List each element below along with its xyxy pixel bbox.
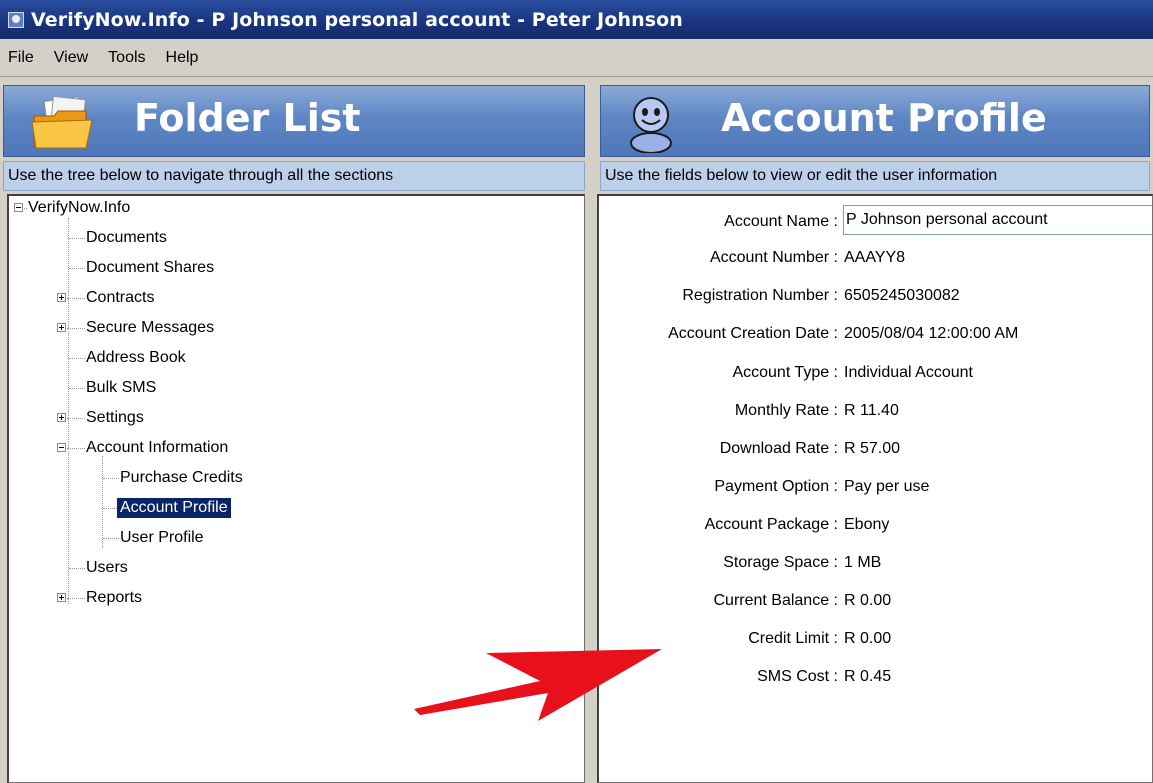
field-account-number: Account Number : AAAYY8 bbox=[599, 244, 1152, 274]
tree-item-account-information[interactable]: Account Information bbox=[86, 438, 228, 458]
red-arrow-icon bbox=[414, 649, 662, 721]
tree-item-verifynow[interactable]: VerifyNow.Info bbox=[28, 198, 130, 218]
field-value: R 57.00 bbox=[844, 440, 901, 457]
tree-item-account-profile[interactable]: Account Profile bbox=[117, 498, 231, 518]
collapse-icon[interactable] bbox=[14, 203, 23, 212]
field-label: Download Rate : bbox=[719, 440, 838, 457]
menu-view[interactable]: View bbox=[44, 39, 98, 76]
field-storage-space: Storage Space : 1 MB bbox=[599, 549, 1152, 579]
field-label: Storage Space : bbox=[723, 554, 838, 571]
field-payment-option: Payment Option : Pay per use bbox=[599, 473, 1152, 503]
menu-help[interactable]: Help bbox=[156, 39, 209, 76]
user-icon bbox=[630, 97, 672, 153]
account-name-input[interactable] bbox=[843, 205, 1152, 235]
field-current-balance: Current Balance : R 0.00 bbox=[599, 587, 1152, 617]
account-profile-panel: Account Profile Use the fields below to … bbox=[597, 77, 1153, 783]
tree-item-settings[interactable]: Settings bbox=[86, 408, 144, 428]
folder-list-instructions: Use the tree below to navigate through a… bbox=[3, 161, 585, 191]
field-label: Account Name : bbox=[724, 213, 838, 230]
account-profile-header: Account Profile bbox=[600, 85, 1150, 157]
field-value: 2005/08/04 12:00:00 AM bbox=[844, 325, 1019, 342]
field-monthly-rate: Monthly Rate : R 11.40 bbox=[599, 397, 1152, 427]
field-label: Credit Limit : bbox=[748, 630, 838, 647]
title-bar: VerifyNow.Info - P Johnson personal acco… bbox=[0, 0, 1153, 39]
tree-item-documents[interactable]: Documents bbox=[86, 228, 167, 248]
field-label: Account Number : bbox=[709, 249, 838, 266]
field-label: Account Type : bbox=[732, 364, 838, 381]
field-value: R 11.40 bbox=[844, 402, 899, 419]
field-credit-limit: Credit Limit : R 0.00 bbox=[599, 625, 1152, 655]
account-profile-title: Account Profile bbox=[721, 96, 1047, 140]
expand-icon[interactable] bbox=[57, 323, 66, 332]
tree-item-secure-messages[interactable]: Secure Messages bbox=[86, 318, 214, 338]
field-label: Account Package : bbox=[704, 516, 838, 533]
tree-item-contracts[interactable]: Contracts bbox=[86, 288, 154, 308]
field-account-package: Account Package : Ebony bbox=[599, 511, 1152, 541]
tree-line bbox=[102, 456, 103, 548]
field-registration-number: Registration Number : 6505245030082 bbox=[599, 282, 1152, 312]
field-label: SMS Cost : bbox=[757, 668, 838, 685]
expand-icon[interactable] bbox=[57, 293, 66, 302]
field-value: R 0.45 bbox=[844, 668, 892, 685]
field-label: Monthly Rate : bbox=[734, 402, 838, 419]
menu-bar: File View Tools Help bbox=[0, 39, 1153, 77]
field-value: R 0.00 bbox=[844, 630, 892, 647]
window-title: VerifyNow.Info - P Johnson personal acco… bbox=[31, 8, 683, 31]
field-label: Registration Number : bbox=[682, 287, 838, 304]
field-label: Payment Option : bbox=[714, 478, 838, 495]
field-download-rate: Download Rate : R 57.00 bbox=[599, 435, 1152, 465]
menu-file[interactable]: File bbox=[0, 39, 44, 76]
menu-tools[interactable]: Tools bbox=[98, 39, 155, 76]
field-value: Ebony bbox=[844, 516, 890, 533]
app-icon bbox=[8, 11, 24, 28]
field-account-type: Account Type : Individual Account bbox=[599, 359, 1152, 389]
field-label: Current Balance : bbox=[713, 592, 838, 609]
folder-list-header: Folder List bbox=[3, 85, 585, 157]
field-value: AAAYY8 bbox=[844, 249, 906, 266]
field-account-creation-date: Account Creation Date : 2005/08/04 12:00… bbox=[599, 320, 1152, 350]
folder-list-title: Folder List bbox=[134, 96, 361, 140]
field-value: 1 MB bbox=[844, 554, 882, 571]
account-profile-form: Account Name : Account Number : AAAYY8 R… bbox=[597, 194, 1153, 783]
tree-item-address-book[interactable]: Address Book bbox=[86, 348, 186, 368]
field-label: Account Creation Date : bbox=[668, 325, 838, 342]
tree-item-bulk-sms[interactable]: Bulk SMS bbox=[86, 378, 156, 398]
collapse-icon[interactable] bbox=[57, 443, 66, 452]
account-profile-instructions: Use the fields below to view or edit the… bbox=[600, 161, 1150, 191]
field-value: R 0.00 bbox=[844, 592, 892, 609]
field-sms-cost: SMS Cost : R 0.45 bbox=[599, 663, 1152, 693]
field-account-name: Account Name : bbox=[599, 205, 1152, 238]
expand-icon[interactable] bbox=[57, 593, 66, 602]
tree-item-reports[interactable]: Reports bbox=[86, 588, 142, 608]
field-value: Individual Account bbox=[844, 364, 973, 381]
folder-icon bbox=[31, 96, 93, 149]
tree-item-document-shares[interactable]: Document Shares bbox=[86, 258, 214, 278]
field-value: Pay per use bbox=[844, 478, 930, 495]
tree-line bbox=[68, 218, 69, 604]
tree-item-user-profile[interactable]: User Profile bbox=[120, 528, 204, 548]
expand-icon[interactable] bbox=[57, 413, 66, 422]
field-value: 6505245030082 bbox=[844, 287, 960, 304]
tree-item-users[interactable]: Users bbox=[86, 558, 128, 578]
tree-item-purchase-credits[interactable]: Purchase Credits bbox=[120, 468, 243, 488]
